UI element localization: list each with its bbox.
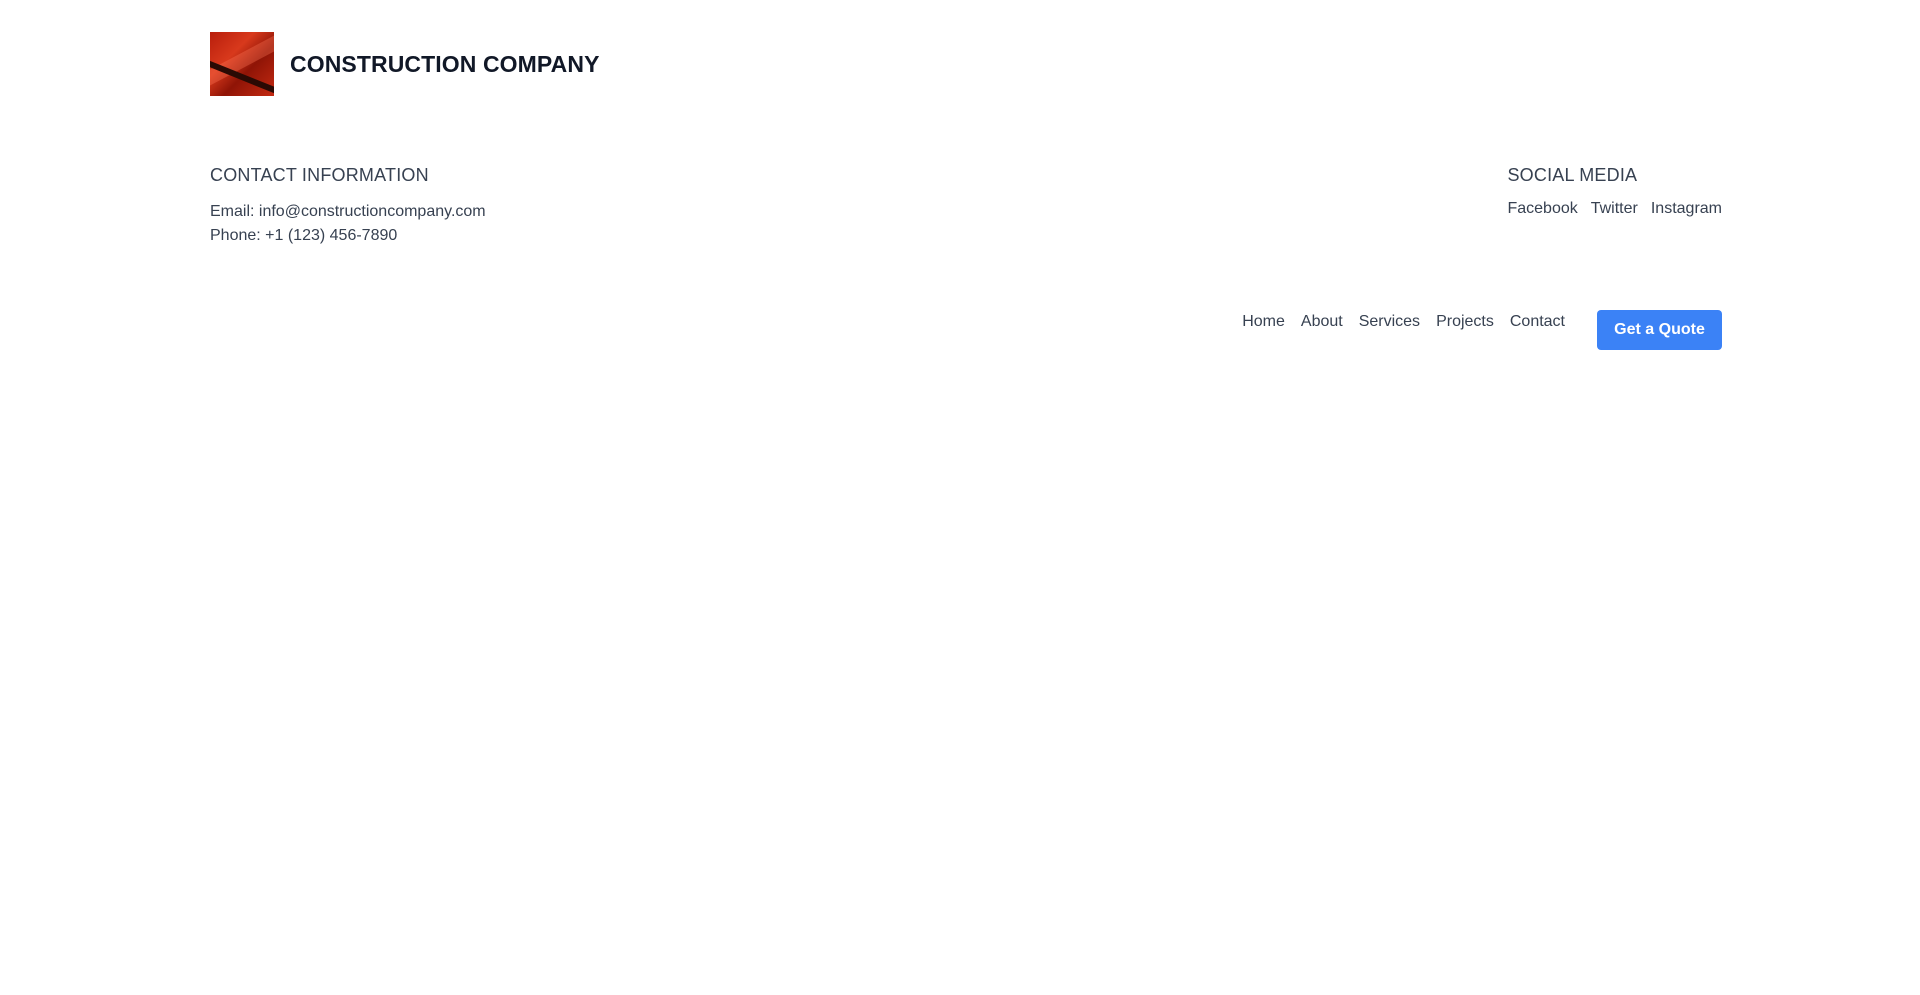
nav-item-home[interactable]: Home <box>1242 313 1285 331</box>
nav-item-about[interactable]: About <box>1301 313 1343 331</box>
nav-item-projects[interactable]: Projects <box>1436 313 1494 331</box>
nav-item-contact[interactable]: Contact <box>1510 313 1565 331</box>
contact-phone: Phone: +1 (123) 456-7890 <box>210 227 398 244</box>
page: CONSTRUCTION COMPANY CONTACT INFORMATION… <box>0 0 1920 995</box>
company-name: CONSTRUCTION COMPANY <box>290 50 600 77</box>
contact-section: CONTACT INFORMATION Email: info@construc… <box>210 165 486 248</box>
brick-logo-icon <box>210 32 274 96</box>
brand-header[interactable]: CONSTRUCTION COMPANY <box>210 32 600 96</box>
contact-title: CONTACT INFORMATION <box>210 165 429 185</box>
social-links: Facebook Twitter Instagram <box>1507 200 1722 218</box>
get-quote-button[interactable]: Get a Quote <box>1597 310 1722 350</box>
nav-row: Home About Services Projects Contact Get… <box>1242 310 1722 350</box>
nav-item-services[interactable]: Services <box>1359 313 1420 331</box>
social-link-facebook[interactable]: Facebook <box>1507 200 1577 218</box>
contact-email: Email: info@constructioncompany.com <box>210 203 486 220</box>
social-link-twitter[interactable]: Twitter <box>1591 200 1638 218</box>
social-link-instagram[interactable]: Instagram <box>1651 200 1722 218</box>
social-section: SOCIAL MEDIA Facebook Twitter Instagram <box>1507 165 1722 218</box>
social-title: SOCIAL MEDIA <box>1507 165 1638 185</box>
main-nav: Home About Services Projects Contact <box>1242 313 1565 331</box>
main-container: CONSTRUCTION COMPANY CONTACT INFORMATION… <box>210 0 1722 995</box>
